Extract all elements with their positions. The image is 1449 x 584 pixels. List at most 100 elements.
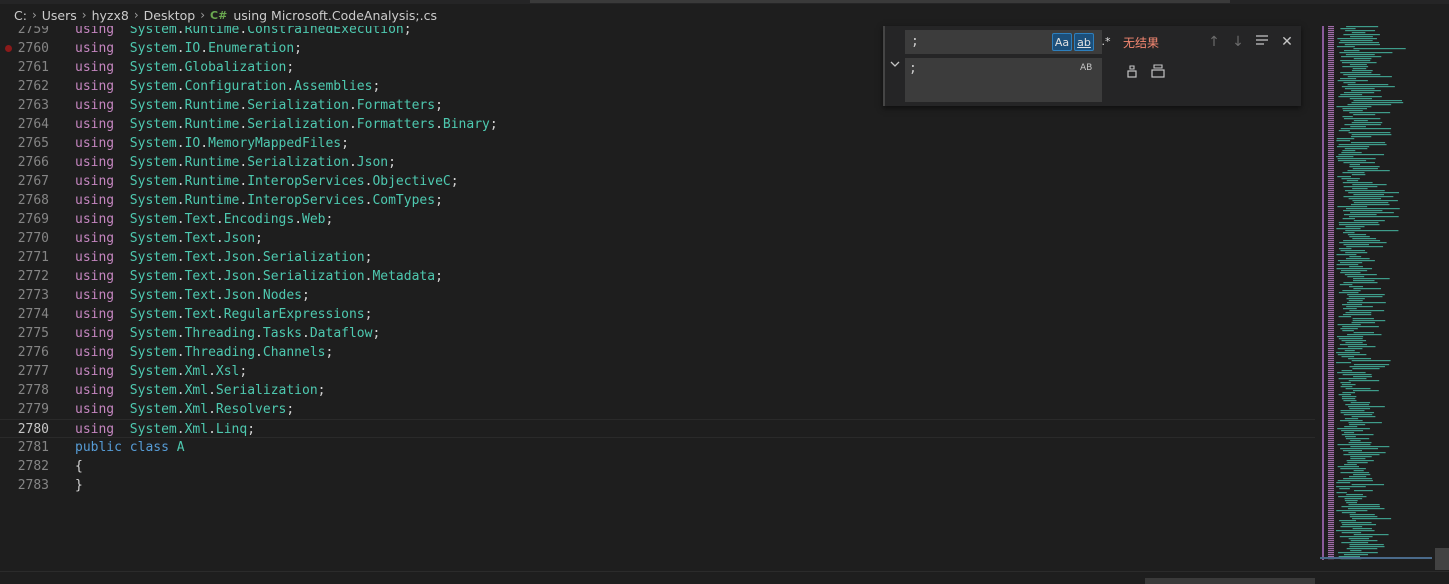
regex-toggle[interactable]: .* bbox=[1096, 33, 1116, 51]
code-text[interactable]: using System.IO.MemoryMappedFiles; bbox=[75, 134, 349, 153]
code-text[interactable]: using System.Runtime.InteropServices.Obj… bbox=[75, 172, 459, 191]
find-input[interactable]: ; bbox=[905, 30, 1102, 54]
code-text[interactable]: using System.Xml.Serialization; bbox=[75, 381, 325, 400]
chevron-down-icon[interactable] bbox=[888, 58, 902, 72]
minimap-code bbox=[1343, 34, 1380, 36]
code-token: Web bbox=[302, 212, 326, 227]
code-text[interactable]: using System.Runtime.InteropServices.Com… bbox=[75, 191, 443, 210]
code-line[interactable]: 2766 using System.Runtime.Serialization.J… bbox=[0, 153, 1320, 172]
minimap-code bbox=[1352, 390, 1379, 392]
minimap-code bbox=[1341, 430, 1364, 432]
code-line[interactable]: 2775 using System.Threading.Tasks.Dataflo… bbox=[0, 324, 1320, 343]
minimap-code bbox=[1348, 198, 1382, 200]
code-text[interactable]: using System.Globalization; bbox=[75, 58, 294, 77]
code-line[interactable]: 2774 using System.Text.RegularExpressions… bbox=[0, 305, 1320, 324]
code-text[interactable]: using System.Text.Encodings.Web; bbox=[75, 210, 333, 229]
minimap-keyword bbox=[1328, 502, 1334, 504]
code-token: . bbox=[176, 193, 185, 208]
code-text[interactable]: using System.Threading.Tasks.Dataflow; bbox=[75, 324, 380, 343]
code-text[interactable]: using System.Xml.Xsl; bbox=[75, 362, 247, 381]
minimap-keyword bbox=[1328, 378, 1334, 380]
code-text[interactable]: using System.Text.Json.Serialization.Met… bbox=[75, 267, 443, 286]
code-editor[interactable]: 2759 using System.Runtime.ConstrainedExec… bbox=[0, 26, 1320, 571]
minimap-keyword bbox=[1328, 462, 1334, 464]
code-line[interactable]: 2778 using System.Xml.Serialization; bbox=[0, 381, 1320, 400]
code-text[interactable]: using System.Text.RegularExpressions; bbox=[75, 305, 372, 324]
breadcrumb-file[interactable]: using Microsoft.CodeAnalysis;.cs bbox=[233, 8, 437, 23]
code-line[interactable]: 2776 using System.Threading.Channels; bbox=[0, 343, 1320, 362]
find-in-selection-icon[interactable] bbox=[1253, 33, 1271, 51]
breadcrumb-users[interactable]: Users bbox=[42, 8, 77, 23]
scrollbar-thumb[interactable] bbox=[1435, 548, 1449, 570]
code-text[interactable]: using System.Runtime.Serialization.Json; bbox=[75, 153, 396, 172]
minimap-keyword bbox=[1328, 118, 1334, 120]
code-line[interactable]: 2782 { bbox=[0, 457, 1320, 476]
arrow-down-icon[interactable]: ↓ bbox=[1229, 33, 1247, 51]
breadcrumb-desktop[interactable]: Desktop bbox=[144, 8, 196, 23]
arrow-up-icon[interactable]: ↑ bbox=[1205, 33, 1223, 51]
minimap-keyword bbox=[1328, 108, 1334, 110]
whole-word-toggle[interactable]: ab bbox=[1074, 33, 1094, 51]
code-token: . bbox=[208, 383, 216, 398]
code-token: System bbox=[129, 41, 177, 56]
code-line[interactable]: 2767 using System.Runtime.InteropServices… bbox=[0, 172, 1320, 191]
close-icon[interactable]: ✕ bbox=[1278, 33, 1296, 51]
vertical-scrollbar[interactable] bbox=[1435, 26, 1449, 571]
code-text[interactable]: using System.Runtime.ConstrainedExecutio… bbox=[75, 26, 412, 39]
code-token: ; bbox=[364, 307, 373, 322]
code-line[interactable]: 2779 using System.Xml.Resolvers; bbox=[0, 400, 1320, 419]
breadcrumb-drive[interactable]: C: bbox=[14, 8, 27, 23]
code-line[interactable]: 2777 using System.Xml.Xsl; bbox=[0, 362, 1320, 381]
code-text[interactable]: using System.Text.Json.Nodes; bbox=[75, 286, 310, 305]
horizontal-scrollbar[interactable] bbox=[0, 571, 1449, 584]
code-line[interactable]: 2773 using System.Text.Json.Nodes; bbox=[0, 286, 1320, 305]
code-line[interactable]: 2781 public class A bbox=[0, 438, 1320, 457]
code-text[interactable]: using System.IO.Enumeration; bbox=[75, 39, 302, 58]
code-line[interactable]: 2772 using System.Text.Json.Serialization… bbox=[0, 267, 1320, 286]
code-text[interactable]: using System.Configuration.Assemblies; bbox=[75, 77, 380, 96]
code-text[interactable]: using System.Xml.Linq; bbox=[75, 420, 255, 439]
replace-all-icon[interactable] bbox=[1148, 64, 1168, 82]
minimap-keyword bbox=[1328, 448, 1334, 450]
code-line[interactable]: 2768 using System.Runtime.InteropServices… bbox=[0, 191, 1320, 210]
minimap-keyword bbox=[1328, 344, 1334, 346]
minimap-code bbox=[1348, 296, 1383, 298]
code-line[interactable]: 2769 using System.Text.Encodings.Web; bbox=[0, 210, 1320, 229]
minimap-code bbox=[1337, 176, 1351, 178]
horizontal-scrollbar-thumb[interactable] bbox=[1145, 578, 1315, 584]
minimap-keyword bbox=[1328, 284, 1334, 286]
code-text[interactable]: } bbox=[75, 476, 83, 495]
code-text[interactable]: using System.Runtime.Serialization.Forma… bbox=[75, 96, 443, 115]
code-line[interactable]: 2764 using System.Runtime.Serialization.F… bbox=[0, 115, 1320, 134]
minimap-keyword bbox=[1328, 508, 1334, 510]
tab-scrollbar[interactable] bbox=[530, 0, 1230, 3]
minimap-code bbox=[1345, 54, 1375, 56]
minimap-keyword bbox=[1328, 338, 1334, 340]
code-token: ; bbox=[372, 79, 381, 94]
code-text[interactable]: { bbox=[75, 457, 83, 476]
minimap[interactable] bbox=[1320, 26, 1432, 560]
code-line[interactable]: 2770 using System.Text.Json; bbox=[0, 229, 1320, 248]
code-text[interactable]: using System.Text.Json; bbox=[75, 229, 263, 248]
code-line[interactable]: 2771 using System.Text.Json.Serialization… bbox=[0, 248, 1320, 267]
breadcrumb-user[interactable]: hyzx8 bbox=[92, 8, 129, 23]
code-token: System bbox=[129, 79, 177, 94]
code-text[interactable]: using System.Threading.Channels; bbox=[75, 343, 333, 362]
minimap-code bbox=[1338, 144, 1387, 146]
code-line[interactable]: 2765 using System.IO.MemoryMappedFiles; bbox=[0, 134, 1320, 153]
code-text[interactable]: public class A bbox=[75, 438, 185, 457]
match-case-toggle[interactable]: Aa bbox=[1052, 33, 1072, 51]
minimap-keyword bbox=[1328, 134, 1334, 136]
code-token: . bbox=[255, 269, 263, 284]
replace-icon[interactable] bbox=[1122, 64, 1142, 82]
preserve-case-toggle[interactable]: AB bbox=[1080, 63, 1092, 73]
minimap-code bbox=[1352, 528, 1372, 530]
code-text[interactable]: using System.Text.Json.Serialization; bbox=[75, 248, 372, 267]
replace-input[interactable]: ; bbox=[905, 58, 1102, 102]
code-token: using bbox=[75, 155, 115, 170]
code-line[interactable]: 2780 using System.Xml.Linq; bbox=[0, 419, 1315, 438]
minimap-keyword bbox=[1328, 398, 1334, 400]
code-line[interactable]: 2783} bbox=[0, 476, 1320, 495]
code-text[interactable]: using System.Xml.Resolvers; bbox=[75, 400, 294, 419]
code-text[interactable]: using System.Runtime.Serialization.Forma… bbox=[75, 115, 498, 134]
